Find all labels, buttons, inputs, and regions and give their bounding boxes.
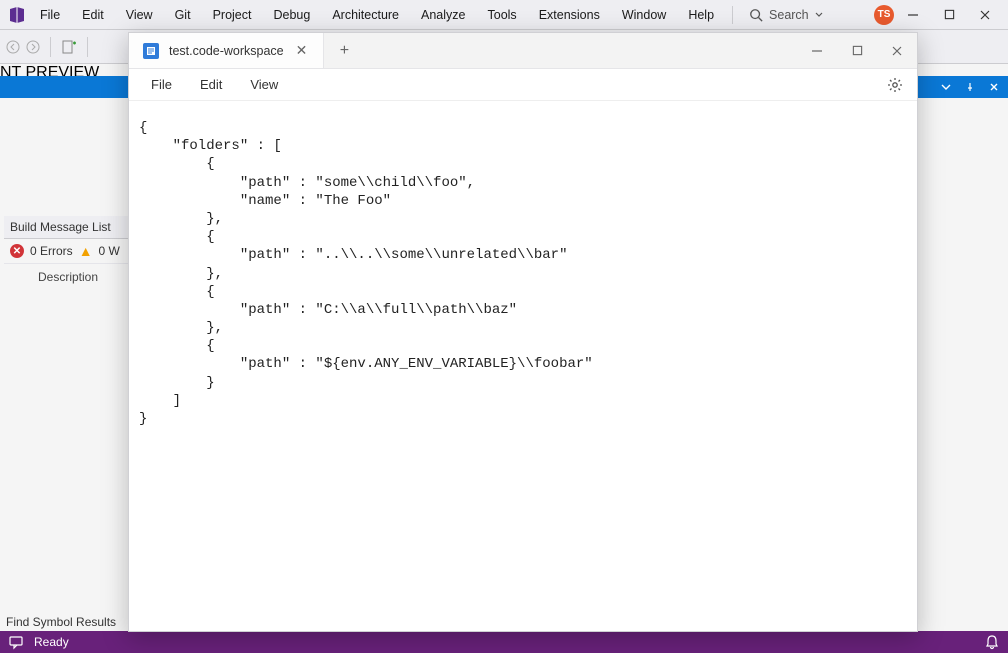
warnings-count[interactable]: 0 W (99, 244, 120, 258)
menu-edit[interactable]: Edit (72, 4, 114, 26)
editor-content[interactable]: { "folders" : [ { "path" : "some\\child\… (139, 119, 907, 428)
editor-close-button[interactable] (877, 33, 917, 68)
editor-minimize-button[interactable] (797, 33, 837, 68)
menu-window[interactable]: Window (612, 4, 676, 26)
vs-minimize-button[interactable] (896, 3, 930, 27)
menu-tools[interactable]: Tools (478, 4, 527, 26)
menu-project[interactable]: Project (203, 4, 262, 26)
tab-title: test.code-workspace (169, 44, 284, 58)
vs-maximize-button[interactable] (932, 3, 966, 27)
dropdown-icon[interactable] (938, 79, 954, 95)
menu-file[interactable]: File (30, 4, 70, 26)
search-icon (749, 8, 763, 22)
menu-debug[interactable]: Debug (263, 4, 320, 26)
new-item-icon[interactable] (61, 39, 77, 55)
menu-git[interactable]: Git (165, 4, 201, 26)
toolbar-separator (87, 37, 88, 57)
search-box[interactable]: Search (749, 8, 823, 22)
warning-icon: ▲ (79, 243, 93, 259)
chevron-down-icon (815, 11, 823, 19)
error-icon: ✕ (10, 244, 24, 258)
errors-count[interactable]: 0 Errors (30, 244, 73, 258)
file-icon (143, 43, 159, 59)
editor-titlebar: test.code-workspace ✕ + (129, 33, 917, 69)
menu-architecture[interactable]: Architecture (322, 4, 409, 26)
menu-analyze[interactable]: Analyze (411, 4, 475, 26)
editor-menu-edit[interactable]: Edit (188, 73, 234, 96)
menu-extensions[interactable]: Extensions (529, 4, 610, 26)
find-symbol-results-title[interactable]: Find Symbol Results (6, 615, 116, 629)
editor-menu-file[interactable]: File (139, 73, 184, 96)
new-tab-button[interactable]: + (324, 33, 364, 68)
gear-icon (887, 77, 903, 93)
editor-menubar: File Edit View (129, 69, 917, 101)
nav-forward-icon[interactable] (26, 40, 40, 54)
editor-maximize-button[interactable] (837, 33, 877, 68)
editor-window: test.code-workspace ✕ + File Edit View {… (128, 32, 918, 632)
build-panel-title: Build Message List (4, 216, 138, 239)
app-logo-icon (6, 4, 28, 26)
editor-body[interactable]: { "folders" : [ { "path" : "some\\child\… (129, 101, 917, 631)
close-panel-icon[interactable] (986, 79, 1002, 95)
vs-statusbar: Ready (0, 631, 1008, 653)
description-column-header[interactable]: Description (4, 263, 138, 288)
menu-help[interactable]: Help (678, 4, 724, 26)
vs-menubar: File Edit View Git Project Debug Archite… (0, 0, 1008, 30)
toolbar-separator (50, 37, 51, 57)
vs-close-button[interactable] (968, 3, 1002, 27)
notifications-icon[interactable] (984, 634, 1000, 650)
settings-button[interactable] (883, 73, 907, 97)
search-label: Search (769, 8, 809, 22)
status-ready: Ready (34, 635, 69, 649)
editor-tab[interactable]: test.code-workspace ✕ (129, 33, 324, 68)
nav-back-icon[interactable] (6, 40, 20, 54)
tab-close-icon[interactable]: ✕ (294, 40, 310, 61)
feedback-icon[interactable] (8, 634, 24, 650)
menu-separator (732, 6, 733, 24)
menu-view[interactable]: View (116, 4, 163, 26)
build-message-panel: Build Message List ✕ 0 Errors ▲ 0 W Desc… (4, 216, 138, 288)
pin-icon[interactable] (962, 79, 978, 95)
user-avatar[interactable]: TS (874, 5, 894, 25)
editor-menu-view[interactable]: View (238, 73, 290, 96)
